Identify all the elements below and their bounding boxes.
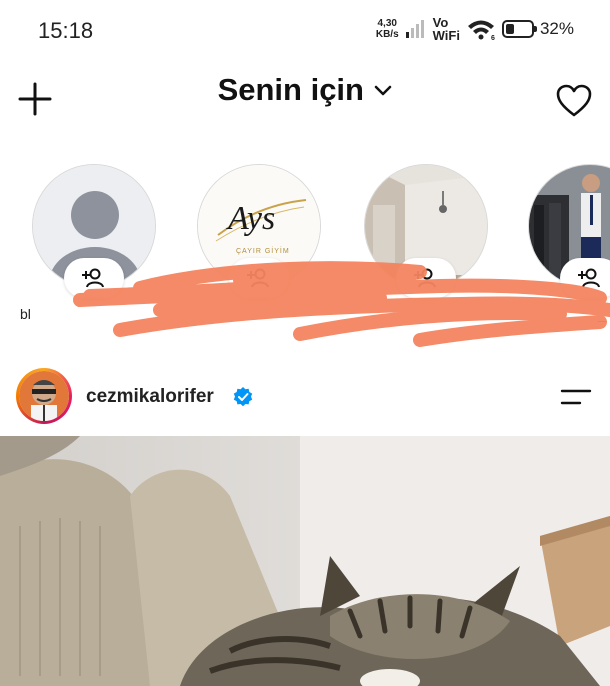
network-speed-unit: KB/s (375, 29, 399, 40)
post-avatar[interactable] (16, 368, 72, 424)
follow-button[interactable] (560, 258, 610, 298)
network-speed-value: 4,30 (377, 18, 397, 29)
ays-logo-text: Ays (226, 200, 275, 237)
cat-photo (0, 436, 610, 686)
top-header: Senin için (0, 66, 610, 126)
post-avatar-image[interactable] (19, 371, 69, 421)
wifi-icon: 6 (467, 20, 495, 40)
add-person-icon (578, 268, 600, 288)
vowifi-line2: WiFi (432, 28, 460, 43)
verified-badge-icon (233, 387, 253, 407)
status-icons: 4,30 KB/s Vo WiFi 6 32% (376, 14, 574, 44)
battery-icon (501, 20, 537, 38)
follow-button[interactable] (396, 258, 456, 298)
add-person-icon (82, 268, 104, 288)
follow-button[interactable] (229, 258, 289, 298)
signal-icon (405, 20, 424, 38)
cartoon-avatar (19, 371, 69, 421)
chevron-down-icon[interactable] (374, 85, 392, 97)
add-person-icon (247, 268, 269, 288)
ays-logo-subtext: ÇAYIR GİYİM (236, 246, 290, 255)
follow-button[interactable] (64, 258, 124, 298)
network-speed: 4,30 KB/s (376, 18, 399, 40)
suggested-account-4[interactable] (528, 164, 610, 298)
suggested-account-4-name: _ (598, 306, 606, 322)
page-title[interactable]: Senin için (218, 72, 364, 107)
suggested-account-1-name: bl (20, 306, 31, 322)
post-username[interactable]: cezmikalorifer (86, 386, 214, 408)
battery-percent: 32% (539, 19, 574, 38)
suggested-account-3[interactable] (364, 164, 488, 298)
menu-icon[interactable] (560, 386, 592, 413)
post-header: cezmikalorifer (0, 362, 610, 432)
wifi-badge: 6 (491, 35, 495, 40)
suggested-account-2[interactable]: Ays ÇAYIR GİYİM (197, 164, 321, 298)
status-time: 15:18 (38, 18, 94, 43)
add-person-icon (414, 268, 436, 288)
status-bar: 15:18 4,30 KB/s Vo WiFi 6 32% (0, 0, 610, 58)
suggested-accounts: Ays ÇAYIR GİYİM bl _ (0, 160, 610, 330)
vowifi-label: Vo WiFi (433, 16, 460, 42)
heart-icon[interactable] (556, 84, 592, 123)
suggested-account-1[interactable] (32, 164, 156, 298)
feed-selector[interactable]: Senin için (0, 72, 610, 108)
post-image[interactable] (0, 436, 610, 686)
battery-fill (505, 24, 514, 34)
